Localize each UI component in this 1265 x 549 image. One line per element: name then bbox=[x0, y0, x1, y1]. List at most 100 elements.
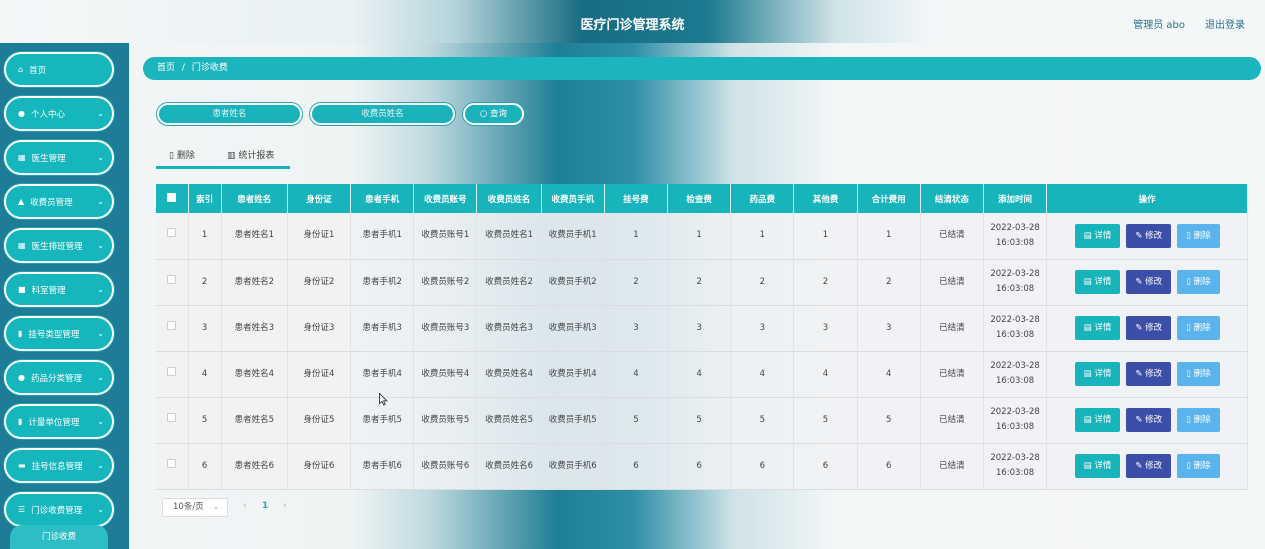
detail-button[interactable]: ▤ 详情 bbox=[1074, 408, 1121, 432]
cell-name: 患者姓名6 bbox=[221, 443, 288, 490]
delete-button[interactable]: ▯ 删除 bbox=[1177, 223, 1220, 248]
chevron-down-icon: ⌄ bbox=[97, 373, 104, 382]
sidebar-item-10[interactable]: ☰ 门诊收费管理 ⌄ bbox=[4, 492, 114, 527]
cell-status: 已结清 bbox=[920, 305, 984, 352]
cell-cashier-account: 收费员账号5 bbox=[413, 397, 478, 444]
sidebar-item-6[interactable]: ▮ 挂号类型管理 ⌄ bbox=[4, 316, 114, 351]
row-checkbox[interactable] bbox=[156, 443, 189, 490]
fee-table: 索引 患者姓名 身份证 患者手机 收费员账号 收费员姓名 收费员手机 挂号费 检查费 药品费 其他费… bbox=[156, 184, 1248, 490]
top-bar: 医疗门诊管理系统 管理员 abo 退出登录 bbox=[0, 0, 1265, 43]
trash-icon: ▯ bbox=[1186, 415, 1194, 425]
column-header: 结清状态 bbox=[920, 184, 984, 213]
edit-button[interactable]: ✎ 修改 bbox=[1126, 454, 1172, 478]
patient-name-input[interactable]: 患者姓名 bbox=[157, 103, 302, 125]
sidebar-item-7[interactable]: ● 药品分类管理 ⌄ bbox=[4, 360, 114, 395]
row-checkbox[interactable] bbox=[156, 305, 189, 352]
clipboard-icon: ▮ bbox=[18, 329, 23, 338]
edit-button-label: 修改 bbox=[1145, 369, 1163, 379]
detail-button[interactable]: ▤ 详情 bbox=[1074, 223, 1121, 248]
row-checkbox[interactable] bbox=[156, 213, 189, 260]
edit-button[interactable]: ✎ 修改 bbox=[1126, 408, 1172, 432]
batch-delete-label: 删除 bbox=[176, 151, 195, 161]
select-all-checkbox[interactable] bbox=[156, 184, 189, 213]
cell-id-card: 身份证1 bbox=[287, 213, 352, 260]
edit-button[interactable]: ✎ 修改 bbox=[1126, 223, 1172, 248]
trash-icon: ▯ bbox=[1186, 323, 1194, 333]
document-icon: ▤ bbox=[1083, 461, 1095, 471]
batch-delete-button[interactable]: ▯ 删除 bbox=[169, 148, 195, 161]
page-size-select[interactable]: 10条/页 ⌄ bbox=[162, 498, 228, 517]
user-icon: ● bbox=[18, 109, 25, 118]
stats-report-button[interactable]: ▥ 统计报表 bbox=[227, 148, 274, 161]
delete-button-label: 删除 bbox=[1193, 323, 1211, 333]
row-actions: ▤ 详情 ✎ 修改 ▯ 删除 bbox=[1046, 397, 1248, 444]
prev-page-button[interactable]: ‹ bbox=[243, 501, 247, 511]
cell-id-card: 身份证6 bbox=[287, 443, 352, 490]
delete-button[interactable]: ▯ 删除 bbox=[1177, 316, 1220, 340]
page-number[interactable]: 1 bbox=[262, 501, 268, 511]
cell-total: 6 bbox=[857, 443, 921, 490]
sidebar-item-2[interactable]: ▦ 医生管理 ⌄ bbox=[4, 140, 114, 175]
sidebar-item-label: 收费员管理 bbox=[30, 197, 73, 208]
sidebar-item-0[interactable]: ⌂ 首页 bbox=[4, 52, 114, 87]
edit-button-label: 修改 bbox=[1145, 230, 1163, 241]
table-header-row: 索引 患者姓名 身份证 患者手机 收费员账号 收费员姓名 收费员手机 挂号费 检查费 药品费 其他费… bbox=[156, 184, 1248, 213]
cell-drug-fee: 2 bbox=[730, 259, 795, 306]
document-icon: ▤ bbox=[1083, 277, 1095, 287]
sidebar-item-9[interactable]: ▬ 挂号信息管理 ⌄ bbox=[4, 448, 114, 483]
cell-other-fee: 1 bbox=[793, 213, 858, 260]
column-header: 操作 bbox=[1046, 184, 1248, 213]
detail-button-label: 详情 bbox=[1094, 369, 1112, 379]
sidebar-item-5[interactable]: ■ 科室管理 ⌄ bbox=[4, 272, 114, 307]
table-row: 1 患者姓名1 身份证1 患者手机1 收费员账号1 收费员姓名1 收费员手机1 1 1 1 1 1 已结… bbox=[156, 213, 1248, 260]
table-body: 1 患者姓名1 身份证1 患者手机1 收费员账号1 收费员姓名1 收费员手机1 1 1 1 1 1 已结… bbox=[156, 213, 1248, 490]
cell-drug-fee: 6 bbox=[730, 443, 795, 490]
cell-name: 患者姓名2 bbox=[221, 259, 288, 306]
cell-drug-fee: 4 bbox=[730, 351, 795, 398]
sidebar-item-3[interactable]: ▲ 收费员管理 ⌄ bbox=[4, 184, 114, 219]
detail-button[interactable]: ▤ 详情 bbox=[1074, 454, 1121, 478]
row-checkbox[interactable] bbox=[156, 259, 189, 306]
chevron-down-icon: ⌄ bbox=[97, 153, 104, 162]
cell-status: 已结清 bbox=[920, 443, 984, 490]
edit-button[interactable]: ✎ 修改 bbox=[1126, 316, 1172, 340]
cell-cashier-phone: 收费员手机4 bbox=[541, 351, 605, 398]
cell-index: 1 bbox=[188, 213, 222, 260]
sidebar-item-8[interactable]: ▮ 计量单位管理 ⌄ bbox=[4, 404, 114, 439]
pin-icon: ● bbox=[18, 373, 25, 382]
sidebar-item-label: 医生管理 bbox=[31, 153, 66, 164]
detail-button[interactable]: ▤ 详情 bbox=[1074, 362, 1121, 386]
detail-button[interactable]: ▤ 详情 bbox=[1074, 270, 1121, 294]
edit-button[interactable]: ✎ 修改 bbox=[1126, 270, 1172, 294]
submenu-item-outpatient-fee[interactable]: 门诊收费 bbox=[10, 525, 108, 549]
cell-cashier-phone: 收费员手机2 bbox=[541, 259, 605, 306]
cell-other-fee: 4 bbox=[793, 351, 858, 398]
breadcrumb-separator: / bbox=[181, 63, 185, 73]
delete-button[interactable]: ▯ 删除 bbox=[1177, 454, 1220, 478]
delete-button[interactable]: ▯ 删除 bbox=[1177, 270, 1220, 294]
column-header: 添加时间 bbox=[983, 184, 1048, 213]
cell-cashier-phone: 收费员手机6 bbox=[541, 443, 605, 490]
cell-status: 已结清 bbox=[920, 213, 984, 260]
delete-button[interactable]: ▯ 删除 bbox=[1177, 362, 1220, 386]
detail-button[interactable]: ▤ 详情 bbox=[1074, 316, 1121, 340]
delete-button-label: 删除 bbox=[1193, 277, 1211, 287]
edit-button[interactable]: ✎ 修改 bbox=[1126, 362, 1172, 386]
delete-button[interactable]: ▯ 删除 bbox=[1177, 408, 1220, 432]
cell-index: 5 bbox=[188, 397, 222, 444]
sidebar-item-4[interactable]: ▦ 医生排班管理 ⌄ bbox=[4, 228, 114, 263]
column-header: 身份证 bbox=[287, 184, 352, 213]
cashier-name-input[interactable]: 收费员姓名 bbox=[310, 103, 455, 125]
cell-reg-fee: 6 bbox=[604, 443, 669, 490]
row-checkbox[interactable] bbox=[156, 351, 189, 398]
next-page-button[interactable]: › bbox=[283, 501, 287, 511]
trash-icon: ▯ bbox=[1186, 277, 1194, 287]
breadcrumb-home[interactable]: 首页 bbox=[157, 63, 175, 73]
logout-link[interactable]: 退出登录 bbox=[1205, 16, 1245, 31]
cell-drug-fee: 3 bbox=[730, 305, 795, 352]
row-checkbox[interactable] bbox=[156, 397, 189, 444]
search-button[interactable]: ○ 查询 bbox=[463, 103, 524, 125]
sidebar-item-1[interactable]: ● 个人中心 ⌄ bbox=[4, 96, 114, 131]
edit-button-label: 修改 bbox=[1145, 277, 1163, 287]
cell-time: 2022-03-28 16:03:08 bbox=[983, 397, 1048, 444]
